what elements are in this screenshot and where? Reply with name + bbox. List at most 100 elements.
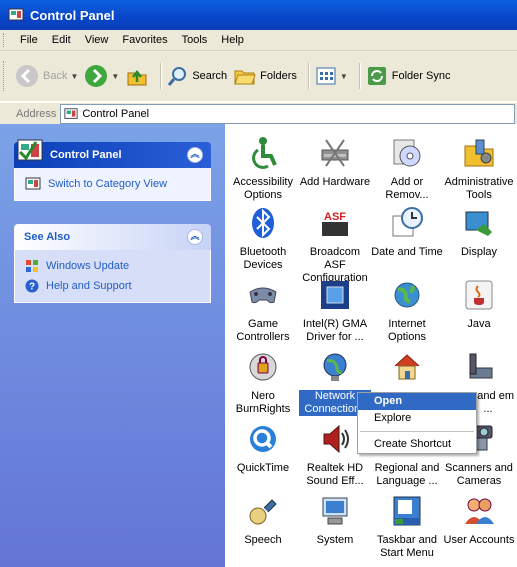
- item-home-network[interactable]: [371, 350, 443, 390]
- network-icon: [323, 353, 347, 381]
- item-label: Internet Options: [388, 318, 426, 343]
- speech-icon: [249, 499, 277, 525]
- item-label: Speech: [244, 534, 282, 546]
- control-panel-section: Control Panel ︽ Switch to Category View: [14, 139, 211, 201]
- context-create-shortcut[interactable]: Create Shortcut: [358, 436, 476, 453]
- up-folder-icon: [127, 69, 147, 86]
- category-view-icon: [25, 177, 41, 190]
- menu-favorites[interactable]: Favorites: [115, 34, 174, 46]
- item-label: Regional and Language ...: [374, 462, 440, 487]
- collapse-chevron-icon[interactable]: ︽: [187, 147, 203, 163]
- item-label: System: [316, 534, 354, 546]
- user-accounts-icon: [465, 498, 494, 524]
- toolbar-separator-2: [307, 63, 310, 89]
- item-intel-gma[interactable]: Intel(R) GMA Driver for ...: [299, 278, 371, 344]
- svg-text:ASF: ASF: [324, 211, 346, 223]
- item-system[interactable]: System: [299, 494, 371, 547]
- folder-sync-button[interactable]: Folder Sync: [366, 65, 450, 87]
- item-label: Accessibility Options: [233, 176, 293, 201]
- help-support-link[interactable]: ? Help and Support: [25, 276, 200, 296]
- address-input[interactable]: Control Panel: [60, 104, 515, 124]
- control-panel-section-title: Control Panel: [50, 149, 122, 161]
- add-remove-programs-icon: [393, 139, 421, 167]
- display-icon: [465, 211, 492, 236]
- context-explore[interactable]: Explore: [358, 410, 476, 427]
- forward-button[interactable]: ▼: [84, 64, 119, 88]
- windows-update-label: Windows Update: [46, 260, 130, 272]
- control-panel-section-body: Switch to Category View: [14, 168, 211, 201]
- date-time-icon: [392, 207, 423, 237]
- item-broadcom-asf[interactable]: ASF Broadcom ASF Configuration: [299, 206, 371, 285]
- bluetooth-icon: [252, 208, 274, 238]
- internet-options-icon: [394, 282, 420, 308]
- item-label: Scanners and Cameras: [445, 462, 513, 487]
- item-date-time[interactable]: Date and Time: [371, 206, 443, 259]
- switch-category-view-link[interactable]: Switch to Category View: [25, 174, 200, 194]
- home-network-icon: [394, 354, 420, 380]
- views-button[interactable]: ▼: [315, 65, 348, 87]
- forward-dropdown-icon[interactable]: ▼: [111, 72, 119, 81]
- search-button[interactable]: Search: [167, 65, 227, 87]
- accessibility-icon: [252, 137, 277, 169]
- folders-icon: [234, 70, 256, 85]
- see-also-title: See Also: [24, 231, 71, 243]
- item-label: Add or Remov...: [385, 176, 429, 201]
- item-bluetooth-devices[interactable]: Bluetooth Devices: [227, 206, 299, 272]
- item-display[interactable]: Display: [443, 206, 515, 259]
- back-button[interactable]: Back ▼: [15, 64, 78, 88]
- item-speech[interactable]: Speech: [227, 494, 299, 547]
- item-user-accounts[interactable]: User Accounts: [443, 494, 515, 547]
- back-arrow-icon: [16, 65, 38, 87]
- context-open[interactable]: Open: [358, 393, 476, 410]
- svg-text:?: ?: [29, 282, 35, 293]
- menu-file[interactable]: File: [13, 34, 45, 46]
- item-label: User Accounts: [443, 534, 515, 546]
- item-label: Game Controllers: [236, 318, 290, 343]
- item-add-remove-programs[interactable]: Add or Remov...: [371, 136, 443, 202]
- control-panel-section-header[interactable]: Control Panel ︽: [14, 139, 211, 168]
- menu-tools[interactable]: Tools: [175, 34, 215, 46]
- task-pane: Control Panel ︽ Switch to Category View …: [0, 124, 225, 567]
- item-accessibility-options[interactable]: Accessibility Options: [227, 136, 299, 202]
- nero-icon: [249, 353, 277, 381]
- menu-view[interactable]: View: [78, 34, 116, 46]
- item-label: QuickTime: [236, 462, 290, 474]
- game-controller-icon: [249, 287, 277, 304]
- menu-edit[interactable]: Edit: [45, 34, 78, 46]
- menu-grip: [3, 33, 7, 47]
- up-folder-button[interactable]: [125, 64, 149, 88]
- item-taskbar-start-menu[interactable]: Taskbar and Start Menu: [371, 494, 443, 560]
- item-game-controllers[interactable]: Game Controllers: [227, 278, 299, 344]
- item-administrative-tools[interactable]: Administrative Tools: [443, 136, 515, 202]
- see-also-body: Windows Update ? Help and Support: [14, 250, 211, 303]
- see-also-header[interactable]: See Also ︽: [14, 224, 211, 250]
- item-java[interactable]: Java: [443, 278, 515, 331]
- item-add-hardware[interactable]: Add Hardware: [299, 136, 371, 189]
- menu-help[interactable]: Help: [214, 34, 251, 46]
- windows-update-link[interactable]: Windows Update: [25, 256, 200, 276]
- folders-button[interactable]: Folders: [233, 65, 297, 87]
- toolbar-grip: [3, 61, 7, 91]
- item-label: Date and Time: [371, 246, 443, 258]
- taskbar-icon: [393, 496, 421, 526]
- item-label: Bluetooth Devices: [239, 246, 287, 271]
- item-nero-burnrights[interactable]: Nero BurnRights: [227, 350, 299, 416]
- item-internet-options[interactable]: Internet Options: [371, 278, 443, 344]
- administrative-tools-icon: [464, 139, 494, 167]
- see-also-collapse-icon[interactable]: ︽: [187, 229, 203, 245]
- back-dropdown-icon[interactable]: ▼: [70, 72, 78, 81]
- control-panel-header-icon: [17, 139, 43, 161]
- add-hardware-icon: [321, 139, 349, 167]
- window-title: Control Panel: [30, 7, 115, 23]
- broadcom-asf-icon: ASF: [322, 211, 348, 236]
- item-label: Add Hardware: [299, 176, 371, 188]
- back-label: Back: [43, 70, 68, 82]
- item-label: Display: [460, 246, 498, 258]
- views-dropdown-icon[interactable]: ▼: [340, 72, 348, 81]
- help-icon: ?: [25, 279, 39, 293]
- intel-gma-icon: [321, 281, 349, 309]
- item-label: Taskbar and Start Menu: [377, 534, 437, 559]
- context-separator: [360, 431, 474, 432]
- title-bar: Control Panel: [0, 0, 517, 30]
- item-quicktime[interactable]: QuickTime: [227, 422, 299, 475]
